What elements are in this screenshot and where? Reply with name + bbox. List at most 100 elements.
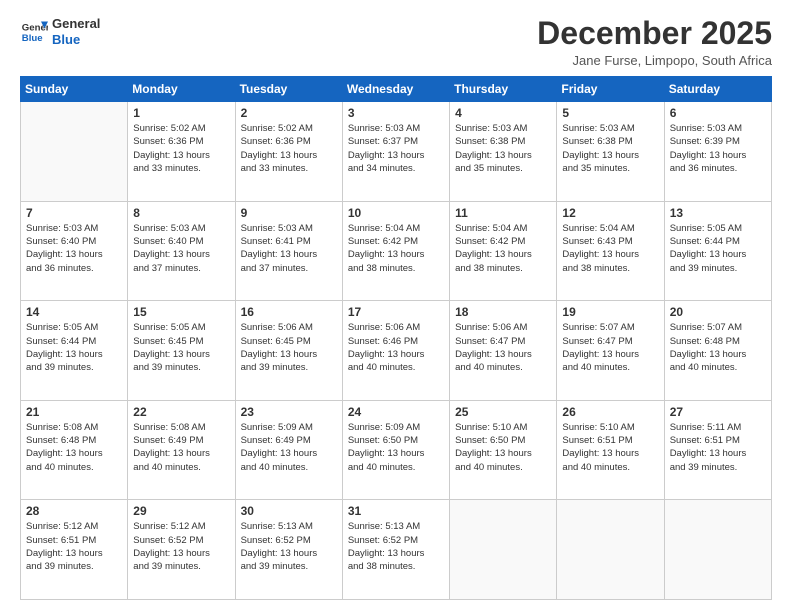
day-info: Sunrise: 5:11 AM Sunset: 6:51 PM Dayligh… — [670, 421, 766, 474]
day-info: Sunrise: 5:07 AM Sunset: 6:48 PM Dayligh… — [670, 321, 766, 374]
day-number: 24 — [348, 405, 444, 419]
day-cell: 21 Sunrise: 5:08 AM Sunset: 6:48 PM Dayli… — [21, 400, 128, 500]
day-cell: 22 Sunrise: 5:08 AM Sunset: 6:49 PM Dayli… — [128, 400, 235, 500]
day-number: 17 — [348, 305, 444, 319]
day-cell: 28Sunrise: 5:12 AM Sunset: 6:51 PM Dayli… — [21, 500, 128, 600]
day-cell: 8 Sunrise: 5:03 AM Sunset: 6:40 PM Daylig… — [128, 201, 235, 301]
day-info: Sunrise: 5:13 AM Sunset: 6:52 PM Dayligh… — [348, 520, 444, 573]
day-number: 3 — [348, 106, 444, 120]
day-info: Sunrise: 5:03 AM Sunset: 6:37 PM Dayligh… — [348, 122, 444, 175]
day-cell: 4 Sunrise: 5:03 AM Sunset: 6:38 PM Daylig… — [450, 102, 557, 202]
day-number: 12 — [562, 206, 658, 220]
day-number: 15 — [133, 305, 229, 319]
day-number: 8 — [133, 206, 229, 220]
week-row-3: 21 Sunrise: 5:08 AM Sunset: 6:48 PM Dayli… — [21, 400, 772, 500]
day-cell: 13 Sunrise: 5:05 AM Sunset: 6:44 PM Dayli… — [664, 201, 771, 301]
week-row-0: 1 Sunrise: 5:02 AM Sunset: 6:36 PM Daylig… — [21, 102, 772, 202]
day-number: 13 — [670, 206, 766, 220]
logo-line2: Blue — [52, 32, 100, 48]
day-cell: 20 Sunrise: 5:07 AM Sunset: 6:48 PM Dayli… — [664, 301, 771, 401]
day-info: Sunrise: 5:06 AM Sunset: 6:47 PM Dayligh… — [455, 321, 551, 374]
weekday-header-row: SundayMondayTuesdayWednesdayThursdayFrid… — [21, 77, 772, 102]
logo-line1: General — [52, 16, 100, 32]
logo-icon: General Blue — [20, 18, 48, 46]
day-info: Sunrise: 5:10 AM Sunset: 6:50 PM Dayligh… — [455, 421, 551, 474]
week-row-4: 28Sunrise: 5:12 AM Sunset: 6:51 PM Dayli… — [21, 500, 772, 600]
calendar-table: SundayMondayTuesdayWednesdayThursdayFrid… — [20, 76, 772, 600]
day-number: 30 — [241, 504, 337, 518]
day-info: Sunrise: 5:09 AM Sunset: 6:50 PM Dayligh… — [348, 421, 444, 474]
day-cell: 24 Sunrise: 5:09 AM Sunset: 6:50 PM Dayli… — [342, 400, 449, 500]
day-cell — [21, 102, 128, 202]
day-info: Sunrise: 5:10 AM Sunset: 6:51 PM Dayligh… — [562, 421, 658, 474]
weekday-friday: Friday — [557, 77, 664, 102]
page: General Blue General Blue December 2025 … — [0, 0, 792, 612]
day-info: Sunrise: 5:05 AM Sunset: 6:44 PM Dayligh… — [670, 222, 766, 275]
day-info: Sunrise: 5:03 AM Sunset: 6:38 PM Dayligh… — [455, 122, 551, 175]
day-info: Sunrise: 5:06 AM Sunset: 6:45 PM Dayligh… — [241, 321, 337, 374]
day-number: 10 — [348, 206, 444, 220]
weekday-wednesday: Wednesday — [342, 77, 449, 102]
day-cell — [450, 500, 557, 600]
day-number: 9 — [241, 206, 337, 220]
day-number: 1 — [133, 106, 229, 120]
day-info: Sunrise: 5:02 AM Sunset: 6:36 PM Dayligh… — [133, 122, 229, 175]
svg-text:Blue: Blue — [22, 32, 43, 43]
day-info: Sunrise: 5:03 AM Sunset: 6:39 PM Dayligh… — [670, 122, 766, 175]
day-cell — [664, 500, 771, 600]
day-info: Sunrise: 5:12 AM Sunset: 6:52 PM Dayligh… — [133, 520, 229, 573]
day-cell: 10 Sunrise: 5:04 AM Sunset: 6:42 PM Dayli… — [342, 201, 449, 301]
weekday-saturday: Saturday — [664, 77, 771, 102]
day-cell: 19Sunrise: 5:07 AM Sunset: 6:47 PM Dayli… — [557, 301, 664, 401]
day-info: Sunrise: 5:03 AM Sunset: 6:38 PM Dayligh… — [562, 122, 658, 175]
day-cell: 27Sunrise: 5:11 AM Sunset: 6:51 PM Dayli… — [664, 400, 771, 500]
day-cell: 2Sunrise: 5:02 AM Sunset: 6:36 PM Daylig… — [235, 102, 342, 202]
day-cell: 11 Sunrise: 5:04 AM Sunset: 6:42 PM Dayli… — [450, 201, 557, 301]
day-number: 11 — [455, 206, 551, 220]
day-number: 4 — [455, 106, 551, 120]
day-cell: 23Sunrise: 5:09 AM Sunset: 6:49 PM Dayli… — [235, 400, 342, 500]
day-number: 19 — [562, 305, 658, 319]
day-number: 29 — [133, 504, 229, 518]
day-info: Sunrise: 5:04 AM Sunset: 6:42 PM Dayligh… — [455, 222, 551, 275]
day-cell: 12Sunrise: 5:04 AM Sunset: 6:43 PM Dayli… — [557, 201, 664, 301]
day-cell: 29 Sunrise: 5:12 AM Sunset: 6:52 PM Dayli… — [128, 500, 235, 600]
day-cell: 17 Sunrise: 5:06 AM Sunset: 6:46 PM Dayli… — [342, 301, 449, 401]
day-cell: 3 Sunrise: 5:03 AM Sunset: 6:37 PM Daylig… — [342, 102, 449, 202]
day-cell: 9 Sunrise: 5:03 AM Sunset: 6:41 PM Daylig… — [235, 201, 342, 301]
day-info: Sunrise: 5:03 AM Sunset: 6:41 PM Dayligh… — [241, 222, 337, 275]
day-number: 26 — [562, 405, 658, 419]
day-number: 6 — [670, 106, 766, 120]
day-number: 22 — [133, 405, 229, 419]
weekday-sunday: Sunday — [21, 77, 128, 102]
day-info: Sunrise: 5:06 AM Sunset: 6:46 PM Dayligh… — [348, 321, 444, 374]
subtitle: Jane Furse, Limpopo, South Africa — [537, 53, 772, 68]
day-number: 21 — [26, 405, 122, 419]
weekday-tuesday: Tuesday — [235, 77, 342, 102]
day-number: 23 — [241, 405, 337, 419]
week-row-2: 14Sunrise: 5:05 AM Sunset: 6:44 PM Dayli… — [21, 301, 772, 401]
day-cell: 5Sunrise: 5:03 AM Sunset: 6:38 PM Daylig… — [557, 102, 664, 202]
title-block: December 2025 Jane Furse, Limpopo, South… — [537, 16, 772, 68]
day-cell: 30Sunrise: 5:13 AM Sunset: 6:52 PM Dayli… — [235, 500, 342, 600]
day-cell: 18 Sunrise: 5:06 AM Sunset: 6:47 PM Dayli… — [450, 301, 557, 401]
day-info: Sunrise: 5:05 AM Sunset: 6:45 PM Dayligh… — [133, 321, 229, 374]
logo: General Blue General Blue — [20, 16, 100, 47]
day-number: 20 — [670, 305, 766, 319]
header: General Blue General Blue December 2025 … — [20, 16, 772, 68]
day-cell: 7Sunrise: 5:03 AM Sunset: 6:40 PM Daylig… — [21, 201, 128, 301]
day-info: Sunrise: 5:08 AM Sunset: 6:48 PM Dayligh… — [26, 421, 122, 474]
day-info: Sunrise: 5:08 AM Sunset: 6:49 PM Dayligh… — [133, 421, 229, 474]
day-cell: 26 Sunrise: 5:10 AM Sunset: 6:51 PM Dayli… — [557, 400, 664, 500]
day-info: Sunrise: 5:04 AM Sunset: 6:42 PM Dayligh… — [348, 222, 444, 275]
day-info: Sunrise: 5:03 AM Sunset: 6:40 PM Dayligh… — [26, 222, 122, 275]
day-cell: 15 Sunrise: 5:05 AM Sunset: 6:45 PM Dayli… — [128, 301, 235, 401]
day-info: Sunrise: 5:03 AM Sunset: 6:40 PM Dayligh… — [133, 222, 229, 275]
day-cell: 25 Sunrise: 5:10 AM Sunset: 6:50 PM Dayli… — [450, 400, 557, 500]
month-title: December 2025 — [537, 16, 772, 51]
day-number: 2 — [241, 106, 337, 120]
day-cell: 14Sunrise: 5:05 AM Sunset: 6:44 PM Dayli… — [21, 301, 128, 401]
day-number: 25 — [455, 405, 551, 419]
day-number: 16 — [241, 305, 337, 319]
day-number: 18 — [455, 305, 551, 319]
